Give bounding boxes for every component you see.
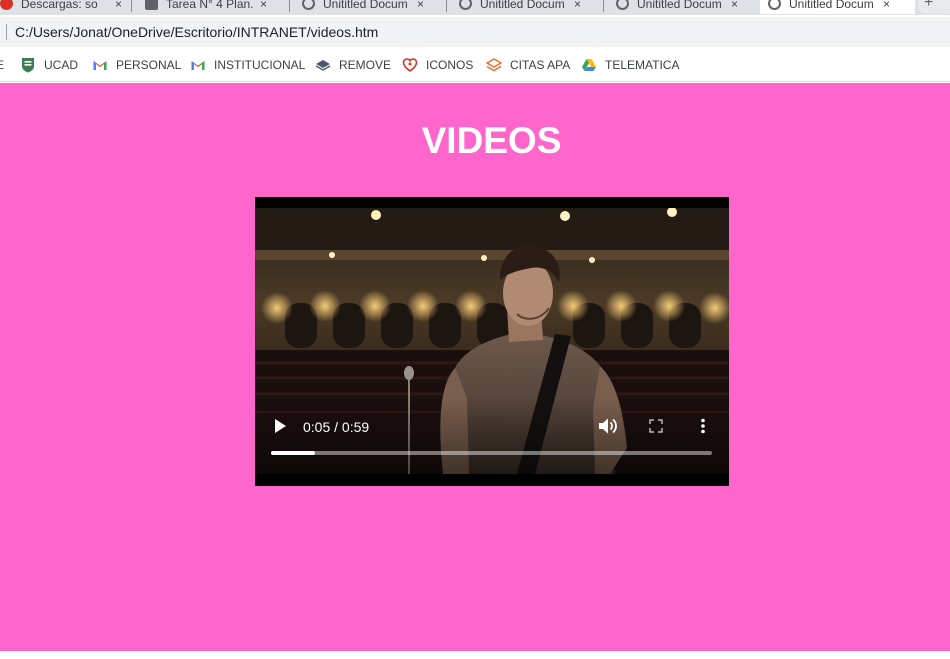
heart-outline-icon [402, 58, 418, 72]
close-icon[interactable]: × [115, 0, 122, 11]
more-options-icon[interactable] [699, 418, 707, 434]
status-strip [0, 651, 950, 659]
tab-title: Descargas: so [21, 0, 98, 11]
shield-icon [22, 58, 34, 73]
video-progress-bar[interactable] [271, 451, 712, 455]
close-icon[interactable]: × [883, 0, 890, 11]
tab-title: Unititled Docum [789, 0, 874, 11]
bookmark-remove[interactable]: REMOVE [315, 56, 391, 74]
tab-untitled-2[interactable]: Unititled Docum × [451, 0, 589, 14]
download-icon [0, 0, 13, 10]
bookmark-telematica[interactable]: TELEMATICA [581, 56, 679, 74]
close-icon[interactable]: × [574, 0, 581, 11]
url-text[interactable]: C:/Users/Jonat/OneDrive/Escritorio/INTRA… [15, 24, 378, 40]
tab-separator [289, 0, 290, 12]
bookmark-label: UCAD [44, 58, 79, 72]
video-progress-fill [271, 451, 316, 455]
fullscreen-icon[interactable] [649, 419, 663, 433]
bookmark-label: INSTITUCIONAL [214, 58, 306, 72]
globe-icon [616, 0, 629, 10]
play-icon[interactable] [273, 418, 287, 434]
page-title: VIDEOS [421, 120, 562, 161]
tab-title: Unititled Docum [323, 0, 408, 11]
close-icon[interactable]: × [731, 0, 738, 11]
bookmark-institucional[interactable]: INSTITUCIONAL [190, 56, 305, 74]
stack-icon [486, 58, 502, 72]
video-player[interactable]: 0:05 / 0:59 [255, 197, 729, 486]
document-icon [145, 0, 158, 10]
tab-active[interactable]: Unititled Docum × [760, 0, 915, 14]
bookmark-label: E [0, 58, 5, 72]
close-icon[interactable]: × [260, 0, 267, 11]
tab-title: Unititled Docum [637, 0, 722, 11]
video-time: 0:05 / 0:59 [303, 419, 370, 435]
tab-separator [603, 0, 604, 12]
close-icon[interactable]: × [417, 0, 424, 11]
omnibox-divider [6, 24, 7, 40]
bookmarks-bar: E UCAD PERSONAL INSTITUCIONAL REMOVE ICO… [0, 48, 950, 82]
globe-icon [459, 0, 472, 10]
bookmark-label: PERSONAL [116, 58, 182, 72]
controls-overlay [255, 396, 729, 486]
volume-icon[interactable] [598, 417, 618, 435]
tab-strip: Descargas: so × Tarea N° 4 Plan.. × Unit… [0, 0, 950, 15]
tab-separator [131, 0, 132, 12]
tab-title: Unititled Docum [480, 0, 565, 11]
globe-icon [768, 0, 781, 10]
gmail-icon [191, 61, 205, 70]
page-body: VIDEOS 0:05 / 0:59 [0, 83, 950, 651]
tab-separator [446, 0, 447, 12]
google-drive-icon [582, 59, 596, 71]
tab-untitled-1[interactable]: Unititled Docum × [294, 0, 432, 14]
bookmark-truncated[interactable]: E [0, 56, 4, 74]
layers-icon [315, 60, 331, 71]
bookmark-personal[interactable]: PERSONAL [92, 56, 181, 74]
globe-icon [302, 0, 315, 10]
tab-descargas[interactable]: Descargas: so × [0, 0, 130, 14]
bookmark-citas-apa[interactable]: CITAS APA [486, 56, 570, 74]
bookmark-label: ICONOS [426, 58, 474, 72]
bookmark-ucad[interactable]: UCAD [20, 56, 78, 74]
tab-title: Tarea N° 4 Plan.. [166, 0, 254, 11]
tab-untitled-3[interactable]: Unititled Docum × [608, 0, 746, 14]
gmail-icon [93, 61, 107, 70]
bookmark-iconos[interactable]: ICONOS [402, 56, 473, 74]
new-tab-button[interactable]: + [918, 0, 950, 14]
tab-tarea[interactable]: Tarea N° 4 Plan.. × [137, 0, 275, 14]
bookmark-label: REMOVE [339, 58, 392, 72]
bookmark-label: CITAS APA [510, 58, 571, 72]
bookmark-label: TELEMATICA [605, 58, 680, 72]
